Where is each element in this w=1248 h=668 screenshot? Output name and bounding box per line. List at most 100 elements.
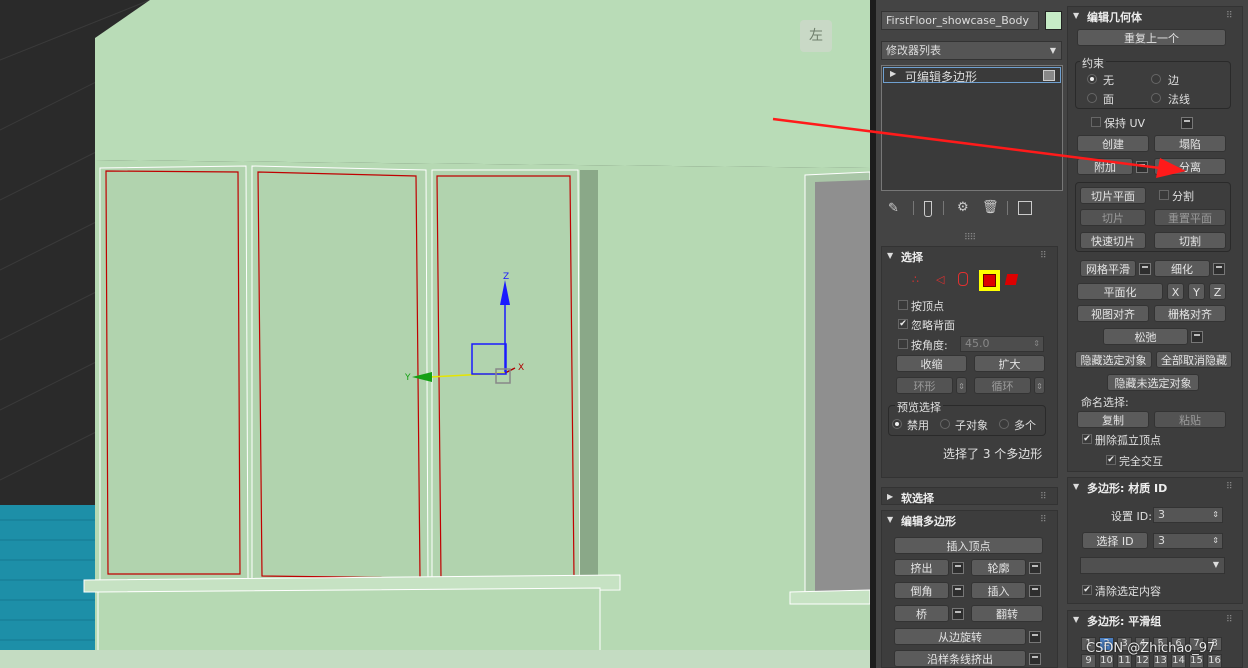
bridge-button[interactable]: 桥 xyxy=(894,605,949,622)
set-id-spinner[interactable]: 3 ⇕ xyxy=(1153,507,1223,523)
modifier-list-dropdown[interactable]: 修改器列表 ▼ xyxy=(881,41,1062,60)
extrude-settings-icon[interactable] xyxy=(952,562,964,574)
select-id-spinner[interactable]: 3 ⇕ xyxy=(1153,533,1223,549)
remove-modifier-icon[interactable]: 🗑 xyxy=(982,200,999,215)
hinge-from-edge-button[interactable]: 从边旋转 xyxy=(894,628,1026,645)
by-vertex-checkbox[interactable] xyxy=(898,300,908,310)
rollout-title[interactable]: 多边形: 平滑组 xyxy=(1087,613,1161,629)
pin-stack-icon[interactable]: ✎ xyxy=(888,201,899,216)
split-checkbox[interactable] xyxy=(1159,190,1169,200)
cut-button[interactable]: 切割 xyxy=(1154,232,1226,249)
planar-z-button[interactable]: Z xyxy=(1209,283,1226,300)
smoothing-group-button[interactable]: 16 xyxy=(1207,654,1222,668)
create-button[interactable]: 创建 xyxy=(1077,135,1149,152)
loop-button[interactable]: 循环 xyxy=(974,377,1031,394)
hide-unselected-button[interactable]: 隐藏未选定对象 xyxy=(1107,374,1199,391)
rollout-title[interactable]: 多边形: 材质 ID xyxy=(1087,480,1167,496)
drag-handle-icon[interactable]: ⠿ xyxy=(1226,615,1233,625)
quickslice-button[interactable]: 快速切片 xyxy=(1080,232,1146,249)
insert-vertex-button[interactable]: 插入顶点 xyxy=(894,537,1043,554)
outline-settings-icon[interactable] xyxy=(1029,562,1041,574)
rollout-title[interactable]: 软选择 xyxy=(901,490,934,506)
drag-handle-icon[interactable]: ⠿ xyxy=(1040,492,1047,502)
spinner-arrows-icon[interactable]: ⇕ xyxy=(1212,534,1219,548)
bevel-settings-icon[interactable] xyxy=(952,585,964,597)
hinge-settings-icon[interactable] xyxy=(1029,631,1041,643)
planar-x-button[interactable]: X xyxy=(1167,283,1184,300)
smoothing-group-button[interactable]: 10 xyxy=(1099,654,1114,668)
detach-button[interactable]: 分离 xyxy=(1154,158,1226,175)
polygon-mode-icon[interactable] xyxy=(979,270,1000,291)
modifier-stack[interactable]: ▶ 可编辑多边形 xyxy=(881,65,1063,191)
smoothing-group-button[interactable]: 13 xyxy=(1153,654,1168,668)
meshsmooth-settings-icon[interactable] xyxy=(1139,263,1151,275)
constraint-face-radio[interactable] xyxy=(1087,93,1097,103)
spinner-arrows-icon[interactable]: ⇕ xyxy=(1212,508,1219,522)
copy-button[interactable]: 复制 xyxy=(1077,411,1149,428)
angle-spinner[interactable]: 45.0 ⇕ xyxy=(960,336,1044,352)
smoothing-group-button[interactable]: 14 xyxy=(1171,654,1186,668)
paste-button[interactable]: 粘贴 xyxy=(1154,411,1226,428)
by-angle-checkbox[interactable] xyxy=(898,339,908,349)
drag-handle-icon[interactable]: ⠿ xyxy=(1226,482,1233,492)
ignore-backfacing-checkbox[interactable]: ✔ xyxy=(898,319,908,329)
full-interactivity-checkbox[interactable]: ✔ xyxy=(1106,455,1116,465)
delete-isolated-checkbox[interactable]: ✔ xyxy=(1082,434,1092,444)
rollout-title[interactable]: 编辑多边形 xyxy=(901,513,956,529)
preserve-uv-checkbox[interactable] xyxy=(1091,117,1101,127)
reset-plane-button[interactable]: 重置平面 xyxy=(1154,209,1226,226)
drag-handle-icon[interactable]: ⠿ xyxy=(1040,251,1047,261)
spinner-arrows-icon[interactable]: ⇕ xyxy=(1033,337,1040,351)
bridge-settings-icon[interactable] xyxy=(952,608,964,620)
make-unique-icon[interactable]: ⚙ xyxy=(957,200,969,215)
smoothing-group-button[interactable]: 11 xyxy=(1117,654,1132,668)
grow-button[interactable]: 扩大 xyxy=(974,355,1045,372)
smoothing-group-button[interactable]: 12 xyxy=(1135,654,1150,668)
stack-item[interactable]: ▶ 可编辑多边形 xyxy=(883,67,1061,84)
collapse-icon[interactable]: ▼ xyxy=(1073,482,1079,491)
viewport-perspective[interactable]: Z Y X 左 xyxy=(0,0,870,668)
constraint-edge-radio[interactable] xyxy=(1151,74,1161,84)
repeat-last-button[interactable]: 重复上一个 xyxy=(1077,29,1226,46)
inset-settings-icon[interactable] xyxy=(1029,585,1041,597)
rollout-title[interactable]: 选择 xyxy=(901,249,923,265)
relax-button[interactable]: 松弛 xyxy=(1103,328,1188,345)
material-name-dropdown[interactable]: ▼ xyxy=(1080,557,1225,574)
preview-multi-radio[interactable] xyxy=(999,419,1009,429)
collapse-icon[interactable]: ▼ xyxy=(1073,615,1079,624)
expand-icon[interactable]: ▶ xyxy=(887,492,893,501)
object-name-field[interactable]: FirstFloor_showcase_Body xyxy=(881,11,1039,30)
expand-icon[interactable]: ▶ xyxy=(890,69,896,78)
collapse-icon[interactable]: ▼ xyxy=(887,251,893,260)
view-cube-icon[interactable]: 左 xyxy=(800,20,832,52)
configure-sets-icon[interactable] xyxy=(1018,201,1032,215)
clear-selection-checkbox[interactable]: ✔ xyxy=(1082,585,1092,595)
ring-button[interactable]: 环形 xyxy=(896,377,953,394)
collapse-button[interactable]: 塌陷 xyxy=(1154,135,1226,152)
ring-spinner-icon[interactable]: ⇕ xyxy=(956,377,967,394)
edge-mode-icon[interactable]: ◁ xyxy=(936,273,948,286)
border-mode-icon[interactable] xyxy=(958,272,968,286)
preserve-uv-settings-icon[interactable] xyxy=(1181,117,1193,129)
tessellate-button[interactable]: 细化 xyxy=(1154,260,1210,277)
constraint-normal-radio[interactable] xyxy=(1151,93,1161,103)
smoothing-group-button[interactable]: 15 xyxy=(1189,654,1204,668)
loop-spinner-icon[interactable]: ⇕ xyxy=(1034,377,1045,394)
preview-subobject-radio[interactable] xyxy=(940,419,950,429)
hide-selected-button[interactable]: 隐藏选定对象 xyxy=(1075,351,1152,368)
flip-button[interactable]: 翻转 xyxy=(971,605,1043,622)
drag-handle-icon[interactable]: ⠿ xyxy=(1040,515,1047,525)
select-id-button[interactable]: 选择 ID xyxy=(1082,532,1148,549)
view-align-button[interactable]: 视图对齐 xyxy=(1077,305,1149,322)
inset-button[interactable]: 插入 xyxy=(971,582,1026,599)
rollout-title[interactable]: 编辑几何体 xyxy=(1087,9,1142,25)
constraint-none-radio[interactable] xyxy=(1087,74,1097,84)
unhide-all-button[interactable]: 全部取消隐藏 xyxy=(1156,351,1232,368)
tessellate-settings-icon[interactable] xyxy=(1213,263,1225,275)
extrude-along-spline-button[interactable]: 沿样条线挤出 xyxy=(894,650,1026,667)
grid-align-button[interactable]: 栅格对齐 xyxy=(1154,305,1226,322)
soft-selection-rollout[interactable]: ▶ 软选择 ⠿ xyxy=(881,487,1058,505)
outline-button[interactable]: 轮廓 xyxy=(971,559,1026,576)
stack-item-toggle-icon[interactable] xyxy=(1043,70,1055,81)
extrude-button[interactable]: 挤出 xyxy=(894,559,949,576)
